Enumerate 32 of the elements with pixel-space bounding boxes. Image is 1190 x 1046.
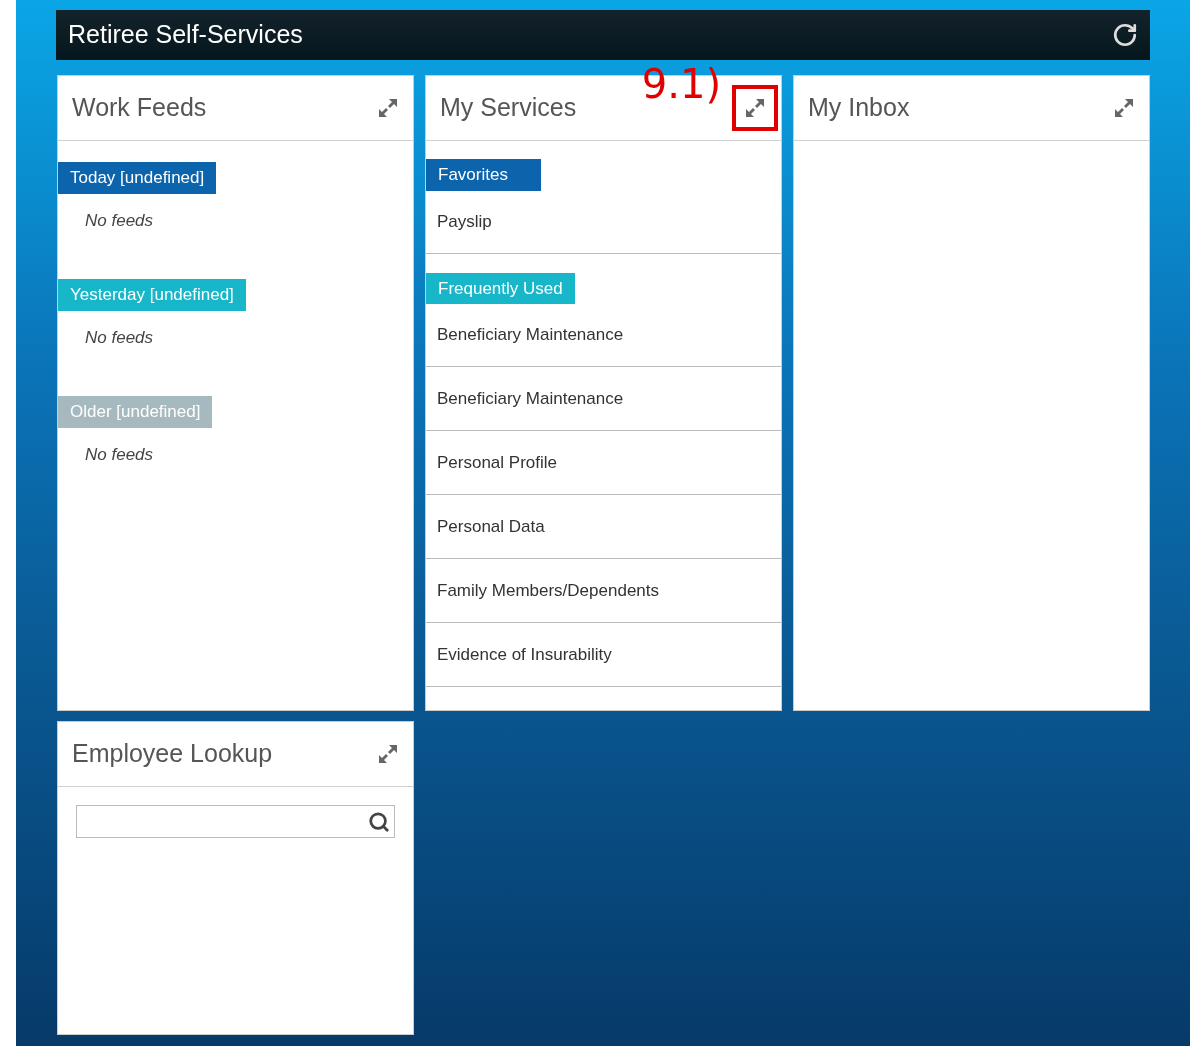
expand-icon [377, 743, 399, 765]
tile-title: My Services [440, 92, 577, 124]
expand-icon [377, 97, 399, 119]
tile-title: My Inbox [808, 92, 910, 124]
app-title: Retiree Self-Services [68, 19, 303, 51]
search-icon [368, 810, 390, 833]
search-field[interactable] [76, 805, 395, 838]
annotation-label: 9.1) [641, 64, 721, 104]
refresh-button[interactable] [1112, 22, 1138, 48]
group-label: Frequently Used [426, 272, 575, 304]
group-label: Favorites [426, 159, 541, 191]
group-label: Today [undefined] [58, 162, 217, 194]
expand-button[interactable] [377, 97, 399, 119]
expand-button[interactable] [732, 85, 778, 131]
expand-icon [744, 97, 766, 119]
tile-title: Work Feeds [72, 92, 207, 124]
expand-button[interactable] [377, 743, 399, 765]
empty-feed-text: No feeds [85, 327, 154, 347]
expand-icon [1113, 97, 1135, 119]
service-link[interactable]: Evidence of Insurability [437, 641, 612, 668]
service-link[interactable]: Personal Profile [437, 449, 557, 476]
tile-title: Employee Lookup [72, 738, 273, 770]
empty-feed-text: No feeds [85, 444, 154, 464]
service-link[interactable]: Beneficiary Maintenance [437, 322, 624, 348]
expand-button[interactable] [1113, 97, 1135, 119]
service-link[interactable]: Personal Data [437, 513, 545, 540]
service-link[interactable]: Payslip [437, 208, 492, 235]
empty-feed-text: No feeds [85, 210, 154, 230]
service-link[interactable]: Beneficiary Maintenance [437, 385, 624, 412]
service-link[interactable]: Family Members/Dependents [437, 577, 660, 604]
group-label: Yesterday [undefined] [58, 279, 246, 311]
group-label: Older [undefined] [58, 396, 213, 428]
